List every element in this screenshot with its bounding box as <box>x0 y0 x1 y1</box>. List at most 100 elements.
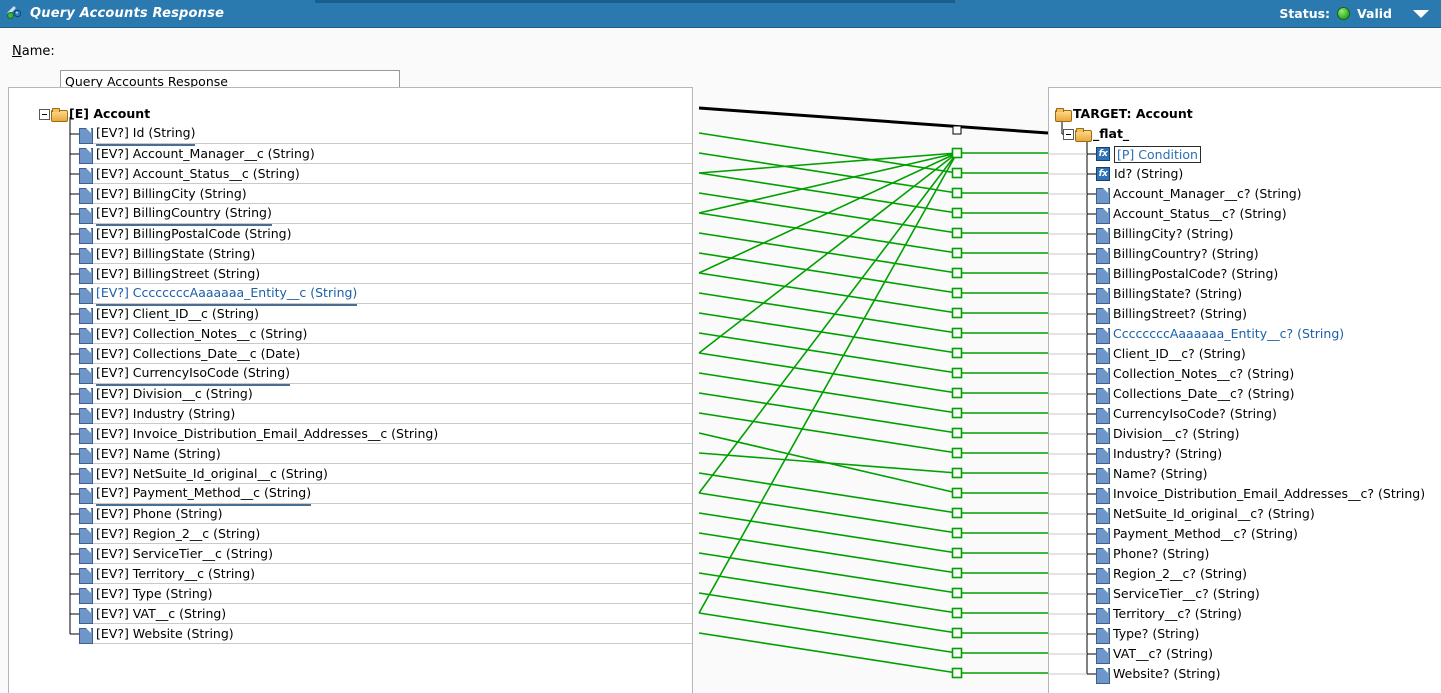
target-field-row[interactable]: Territory__c? (String) <box>1096 604 1242 624</box>
target-field-row[interactable]: CurrencyIsoCode? (String) <box>1096 404 1277 424</box>
mapping-link <box>698 472 958 514</box>
source-field-row[interactable]: [EV?] Collections_Date__c (Date) <box>79 344 300 364</box>
field-icon <box>1096 487 1110 504</box>
target-root-label: TARGET: Account <box>1073 106 1193 121</box>
field-icon <box>79 607 93 624</box>
source-tree-panel[interactable]: [E] Account [EV?] Id (String) [EV?] Accoun… <box>8 87 693 693</box>
collapse-toggle-icon[interactable] <box>1063 128 1074 140</box>
target-tree-root[interactable]: TARGET: Account <box>1055 104 1193 124</box>
target-field-row[interactable]: Collections_Date__c? (String) <box>1096 384 1295 404</box>
source-field-label: [EV?] Client_ID__c (String) <box>96 306 259 321</box>
source-field-row[interactable]: [EV?] Payment_Method__c (String) <box>79 484 312 506</box>
target-field-row[interactable]: BillingStreet? (String) <box>1096 304 1247 324</box>
target-field-row[interactable]: Collection_Notes__c? (String) <box>1096 364 1294 384</box>
target-field-row[interactable]: CcccccccAaaaaaa_Entity__c? (String) <box>1096 324 1344 344</box>
field-icon <box>1096 547 1110 564</box>
target-field-row[interactable]: Industry? (String) <box>1096 444 1222 464</box>
target-field-row[interactable]: BillingCity? (String) <box>1096 224 1234 244</box>
target-field-row[interactable]: BillingState? (String) <box>1096 284 1242 304</box>
target-field-row[interactable]: Invoice_Distribution_Email_Addresses__c?… <box>1096 484 1425 504</box>
field-icon <box>1096 387 1110 404</box>
target-field-row[interactable]: VAT__c? (String) <box>1096 644 1213 664</box>
source-field-row[interactable]: [EV?] Account_Manager__c (String) <box>79 144 315 164</box>
target-field-row[interactable]: Phone? (String) <box>1096 544 1209 564</box>
mapping-canvas[interactable] <box>693 87 1048 693</box>
source-field-row[interactable]: [EV?] CcccccccAaaaaaa_Entity__c (String) <box>79 284 358 306</box>
source-field-row[interactable]: [EV?] Website (String) <box>79 624 234 644</box>
target-field-row[interactable]: Payment_Method__c? (String) <box>1096 524 1298 544</box>
mapping-node <box>951 287 963 299</box>
target-field-row[interactable]: Account_Status__c? (String) <box>1096 204 1287 224</box>
target-field-row[interactable]: Division__c? (String) <box>1096 424 1240 444</box>
field-icon <box>1096 247 1110 264</box>
source-field-label: [EV?] Website (String) <box>96 626 234 641</box>
source-field-label: [EV?] VAT__c (String) <box>96 606 227 621</box>
mapping-node <box>951 187 963 199</box>
target-group-row[interactable]: _flat_ <box>1063 124 1129 144</box>
target-field-row[interactable]: Name? (String) <box>1096 464 1208 484</box>
mapping-node <box>951 527 963 539</box>
source-field-row[interactable]: [EV?] BillingStreet (String) <box>79 264 260 284</box>
mapping-link <box>698 392 958 434</box>
target-field-row[interactable]: Type? (String) <box>1096 624 1199 644</box>
source-tree-root[interactable]: [E] Account <box>39 104 150 124</box>
target-field-row[interactable]: Client_ID__c? (String) <box>1096 344 1246 364</box>
source-field-row[interactable]: [EV?] VAT__c (String) <box>79 604 226 624</box>
source-field-row[interactable]: [EV?] ServiceTier__c (String) <box>79 544 273 564</box>
source-field-row[interactable]: [EV?] NetSuite_Id_original__c (String) <box>79 464 328 484</box>
target-field-row[interactable]: BillingPostalCode? (String) <box>1096 264 1278 284</box>
source-field-label: [EV?] Name (String) <box>96 446 221 461</box>
source-field-row[interactable]: [EV?] Invoice_Distribution_Email_Address… <box>79 424 438 444</box>
collapse-toggle-icon[interactable] <box>39 108 50 120</box>
source-field-row[interactable]: [EV?] Industry (String) <box>79 404 235 424</box>
source-field-row[interactable]: [EV?] Region_2__c (String) <box>79 524 260 544</box>
source-field-row[interactable]: [EV?] Type (String) <box>79 584 213 604</box>
field-icon <box>1096 307 1110 324</box>
source-field-row[interactable]: [EV?] Account_Status__c (String) <box>79 164 300 184</box>
target-field-row[interactable]: fx [P] Condition <box>1096 144 1201 164</box>
root-link-node <box>952 125 962 135</box>
source-field-row[interactable]: [EV?] Id (String) <box>79 123 196 146</box>
target-field-row[interactable]: NetSuite_Id_original__c? (String) <box>1096 504 1315 524</box>
link-chain-icon <box>6 5 24 23</box>
mapping-link <box>698 512 958 554</box>
source-field-row[interactable]: [EV?] BillingPostalCode (String) <box>79 224 291 244</box>
source-field-row[interactable]: [EV?] CurrencyIsoCode (String) <box>79 364 291 386</box>
source-field-row[interactable]: [EV?] BillingCity (String) <box>79 184 247 204</box>
source-field-row[interactable]: [EV?] Phone (String) <box>79 504 223 524</box>
source-field-row[interactable]: [EV?] Territory__c (String) <box>79 564 255 584</box>
field-icon <box>1096 587 1110 604</box>
target-field-row[interactable]: Region_2__c? (String) <box>1096 564 1247 584</box>
field-icon <box>1096 327 1110 344</box>
target-field-label: NetSuite_Id_original__c? (String) <box>1113 506 1315 521</box>
target-field-row[interactable]: fx Id? (String) <box>1096 164 1183 184</box>
target-field-row[interactable]: Website? (String) <box>1096 664 1221 684</box>
source-field-row[interactable]: [EV?] Name (String) <box>79 444 221 464</box>
field-icon <box>79 487 93 504</box>
field-icon <box>1096 427 1110 444</box>
field-icon <box>1096 507 1110 524</box>
target-field-label: Type? (String) <box>1113 626 1200 641</box>
target-field-row[interactable]: ServiceTier__c? (String) <box>1096 584 1260 604</box>
target-field-label: Payment_Method__c? (String) <box>1113 526 1298 541</box>
field-icon <box>1096 187 1110 204</box>
chevron-down-icon[interactable] <box>1413 9 1429 18</box>
source-field-row[interactable]: [EV?] Division__c (String) <box>79 384 253 404</box>
source-field-row[interactable]: [EV?] Collection_Notes__c (String) <box>79 324 307 344</box>
source-field-label: [EV?] Id (String) <box>96 123 196 146</box>
target-field-row[interactable]: Account_Manager__c? (String) <box>1096 184 1302 204</box>
status-label: Status: <box>1279 6 1331 21</box>
source-field-row[interactable]: [EV?] Client_ID__c (String) <box>79 304 259 324</box>
source-field-row[interactable]: [EV?] BillingCountry (String) <box>79 204 272 226</box>
field-icon <box>79 127 93 144</box>
field-icon <box>1096 407 1110 424</box>
mapping-link <box>698 152 958 214</box>
name-form-row: Name: <box>0 28 1441 92</box>
target-tree-panel[interactable]: TARGET: Account _flat_ fx [P] Condition fx Id… <box>1048 87 1441 693</box>
mapping-node <box>951 667 963 679</box>
source-field-row[interactable]: [EV?] BillingState (String) <box>79 244 255 264</box>
target-field-row[interactable]: BillingCountry? (String) <box>1096 244 1259 264</box>
mapping-link <box>698 332 958 374</box>
target-field-label: CurrencyIsoCode? (String) <box>1113 406 1277 421</box>
mapping-node <box>951 627 963 639</box>
